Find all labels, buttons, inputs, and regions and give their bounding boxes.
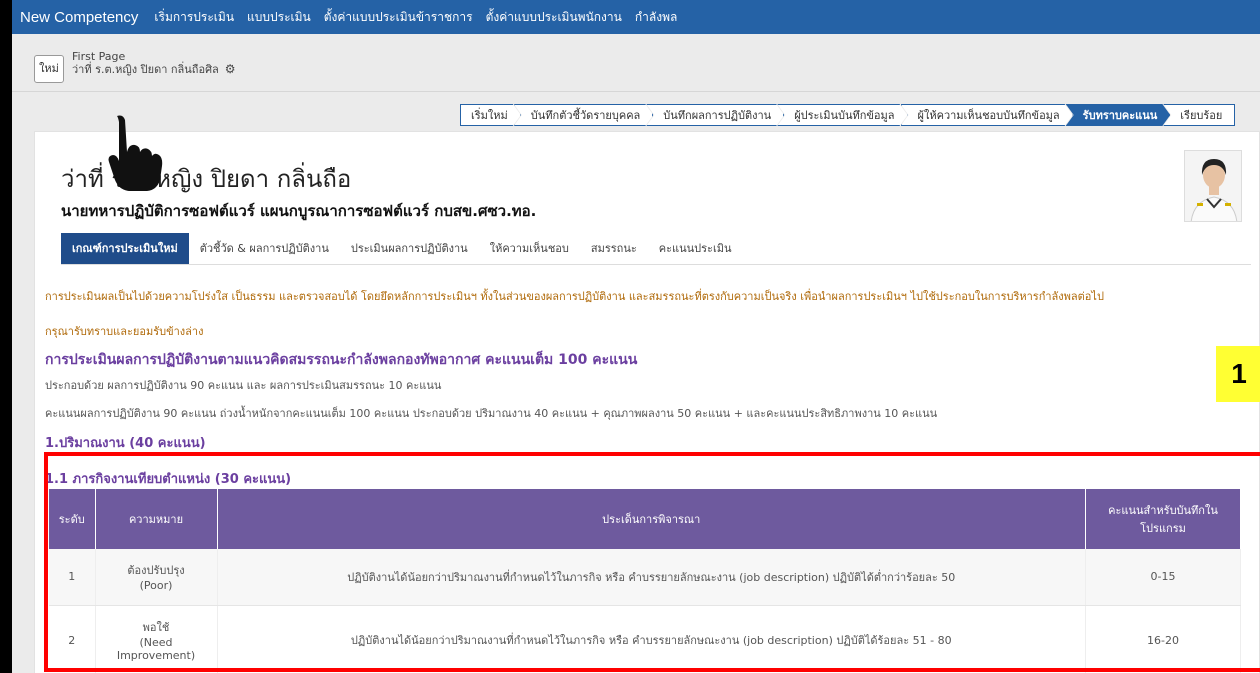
cell-meaning: พอใช้ (Need Improvement) [95,605,218,673]
step-approver-record[interactable]: ผู้ให้ความเห็นชอบบันทึกข้อมูล [901,104,1073,126]
person-name: ว่าที่ ร.ต.หญิง ปิยดา กลิ่นถือ [61,165,352,193]
tab-indicators-results[interactable]: ตัวชี้วัด & ผลการปฏิบัติงาน [189,233,340,264]
cell-criteria: ปฏิบัติงานได้น้อยกว่าปริมาณงานที่กำหนดไว… [217,605,1086,673]
person-position: นายทหารปฏิบัติการซอฟต์แวร์ แผนกบูรณาการซ… [61,202,537,220]
step-start[interactable]: เริ่มใหม่ [460,104,521,126]
cell-score: 0-15 [1085,549,1241,606]
tab-approval[interactable]: ให้ความเห็นชอบ [479,233,580,264]
nav-evaluation-forms[interactable]: แบบประเมิน [247,8,311,27]
criteria-table: ระดับ ความหมาย ประเด็นการพิจารณา คะแนนสำ… [49,489,1241,673]
meaning-th: พอใช้ [142,621,170,634]
meaning-en: (Need Improvement) [116,636,196,662]
step-record-indicators[interactable]: บันทึกตัวชี้วัดรายบุคคล [514,104,654,126]
col-criteria: ประเด็นการพิจารณา [217,489,1086,549]
table-row: 2 พอใช้ (Need Improvement) ปฏิบัติงานได้… [49,605,1241,673]
tab-new-criteria[interactable]: เกณฑ์การประเมินใหม่ [61,233,189,264]
breadcrumb-title[interactable]: First Page [72,50,236,63]
tab-performance-evaluation[interactable]: ประเมินผลการปฏิบัติงาน [340,233,479,264]
avatar-portrait-icon [1185,151,1241,221]
tab-bar: เกณฑ์การประเมินใหม่ ตัวชี้วัด & ผลการปฏิ… [61,233,1251,265]
nav-settings-civil[interactable]: ตั้งค่าแบบประเมินข้าราชการ [324,8,473,27]
meaning-en: (Poor) [139,579,173,593]
col-score: คะแนนสำหรับบันทึกในโปรแกรม [1085,489,1241,549]
pointing-hand-icon [108,115,163,191]
col-level: ระดับ [49,489,96,549]
section-title: การประเมินผลการปฏิบัติงานตามแนวคิดสมรรถน… [45,352,638,368]
gear-icon[interactable]: ⚙ [225,63,236,75]
top-navbar: New Competency เริ่มการประเมิน แบบประเมิ… [12,0,1260,34]
cell-level: 1 [49,549,96,606]
tab-competency[interactable]: สมรรถนะ [580,233,648,264]
nav-start-evaluation[interactable]: เริ่มการประเมิน [154,8,234,27]
table-row: 1 ต้องปรับปรุง (Poor) ปฏิบัติงานได้น้อยก… [49,549,1241,606]
app-window: New Competency เริ่มการประเมิน แบบประเมิ… [12,0,1260,673]
cell-score: 16-20 [1085,605,1241,673]
step-complete[interactable]: เรียบร้อย [1163,104,1236,126]
heading-mission-work: 1.1 ภารกิจงานเทียบตำแหน่ง (30 คะแนน) [45,472,292,487]
nav-personnel[interactable]: กำลังพล [635,8,677,27]
brand-link[interactable]: New Competency [20,9,138,26]
heading-workload: 1.ปริมาณงาน (40 คะแนน) [45,436,206,451]
section-description: คะแนนผลการปฏิบัติงาน 90 คะแนน ถ่วงน้ำหนั… [45,407,938,420]
step-evaluator-record[interactable]: ผู้ประเมินบันทึกข้อมูล [777,104,907,126]
nav-settings-employee[interactable]: ตั้งค่าแบบประเมินพนักงาน [486,8,622,27]
new-button[interactable]: ใหม่ [34,55,64,83]
meaning-th: ต้องปรับปรุง [127,564,185,578]
breadcrumb-user: ว่าที่ ร.ต.หญิง ปิยดา กลิ่นถือศิล [72,63,219,76]
cell-criteria: ปฏิบัติงานได้น้อยกว่าปริมาณงานที่กำหนดไว… [217,549,1086,606]
acknowledge-text: กรุณารับทราบและยอมรับข้างล่าง [45,325,204,338]
tab-evaluation-score[interactable]: คะแนนประเมิน [648,233,743,264]
annotation-badge: 1 [1216,346,1260,402]
col-meaning: ความหมาย [95,489,218,549]
step-record-results[interactable]: บันทึกผลการปฏิบัติงาน [646,104,784,126]
workflow-steps: เริ่มใหม่ บันทึกตัวชี้วัดรายบุคคล บันทึก… [460,104,1236,126]
breadcrumb: First Page ว่าที่ ร.ต.หญิง ปิยดา กลิ่นถื… [72,50,236,76]
cell-level: 2 [49,605,96,673]
evaluation-card: ว่าที่ ร.ต.หญิง ปิยดา กลิ่นถือ นายทหารปฏ… [34,131,1260,673]
step-acknowledge-score[interactable]: รับทราบคะแนน [1066,104,1171,126]
intro-text: การประเมินผลเป็นไปด้วยความโปร่งใส เป็นธร… [45,290,1104,303]
avatar [1184,150,1242,222]
sub-header: ใหม่ First Page ว่าที่ ร.ต.หญิง ปิยดา กล… [12,34,1260,92]
section-subtitle: ประกอบด้วย ผลการปฏิบัติงาน 90 คะแนน และ … [45,379,442,392]
cell-meaning: ต้องปรับปรุง (Poor) [95,549,218,606]
